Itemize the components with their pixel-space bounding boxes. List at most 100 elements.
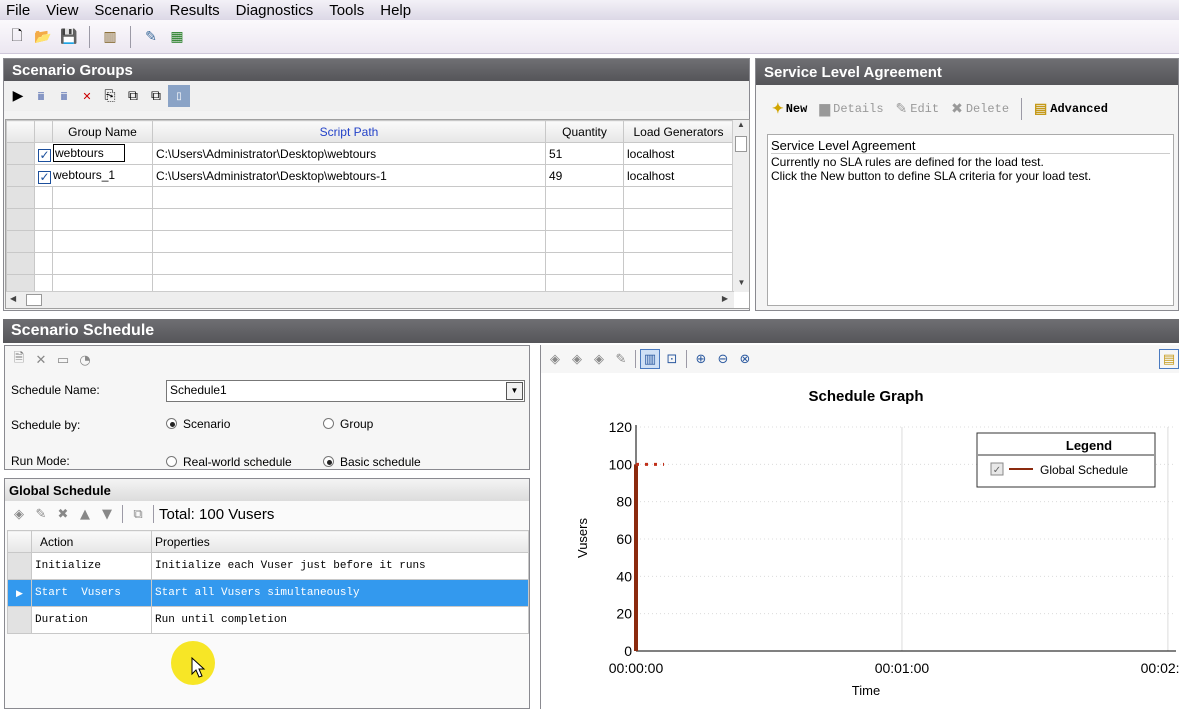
load-generators-icon[interactable]: ▥ xyxy=(99,26,121,48)
add-action-icon[interactable]: ◈ xyxy=(9,504,29,524)
zoom-out-icon[interactable]: ⊖ xyxy=(713,349,733,369)
menu-view[interactable]: View xyxy=(46,2,78,19)
properties-cell[interactable]: Run until completion xyxy=(151,606,529,634)
group-name-cell[interactable]: webtours xyxy=(53,143,125,162)
row-header[interactable] xyxy=(6,164,35,187)
radio-unselected[interactable] xyxy=(166,456,177,467)
column-script-path[interactable]: Script Path xyxy=(152,120,546,143)
table-row[interactable]: Duration Run until completion xyxy=(7,606,529,634)
action-cell[interactable]: Duration xyxy=(31,606,152,634)
schedule-clock-icon[interactable]: ◔ xyxy=(75,350,95,370)
scroll-up-icon[interactable]: ▲ xyxy=(733,120,749,134)
schedule-by-scenario-radio[interactable]: Scenario xyxy=(166,417,230,431)
menu-file[interactable]: File xyxy=(6,2,30,19)
quantity-cell[interactable]: 51 xyxy=(545,142,624,165)
vusers-icon[interactable]: ⅲ xyxy=(53,85,75,107)
table-row[interactable] xyxy=(6,208,734,231)
menu-results[interactable]: Results xyxy=(170,2,220,19)
table-row[interactable] xyxy=(6,186,734,209)
hscroll-thumb[interactable] xyxy=(26,294,42,306)
delete-schedule-icon[interactable]: ✕ xyxy=(31,350,51,370)
properties-cell[interactable]: Start all Vusers simultaneously xyxy=(151,579,529,607)
run-mode-basic-radio[interactable]: Basic schedule xyxy=(323,455,421,469)
row-header[interactable] xyxy=(6,252,35,275)
sla-delete-button[interactable]: ✖ Delete xyxy=(951,101,1009,118)
sla-details-button[interactable]: ▆ Details xyxy=(819,101,883,118)
zoom-in-icon[interactable]: ⊕ xyxy=(691,349,711,369)
chevron-down-icon[interactable]: ▼ xyxy=(506,382,523,400)
sla-new-button[interactable]: ✦ New xyxy=(772,101,807,118)
script-path-cell[interactable]: C:\Users\Administrator\Desktop\webtours xyxy=(152,142,546,165)
script-path-cell[interactable]: C:\Users\Administrator\Desktop\webtours-… xyxy=(152,164,546,187)
load-generator-cell[interactable]: localhost xyxy=(623,164,734,187)
save-icon[interactable]: 💾 xyxy=(58,26,80,48)
table-row[interactable]: ✓ webtours C:\Users\Administrator\Desktop… xyxy=(6,142,734,165)
edit-action-icon[interactable]: ✎ xyxy=(31,504,51,524)
graph-pencil-icon[interactable]: ✎ xyxy=(611,349,631,369)
table-row[interactable] xyxy=(6,230,734,253)
scroll-thumb[interactable] xyxy=(735,136,747,152)
analysis-icon[interactable]: ▦ xyxy=(166,26,188,48)
rename-schedule-icon[interactable]: ▭ xyxy=(53,350,73,370)
schedule-name-select[interactable]: Schedule1 ▼ xyxy=(166,380,525,402)
zoom-reset-icon[interactable]: ⊗ xyxy=(735,349,755,369)
radio-unselected[interactable] xyxy=(323,418,334,429)
horizontal-scrollbar[interactable]: ◀ ▶ xyxy=(6,291,734,308)
load-generator-cell[interactable]: localhost xyxy=(623,142,734,165)
view-script-icon[interactable]: ⧉ xyxy=(122,85,144,107)
column-action[interactable]: Action xyxy=(31,530,152,553)
row-header[interactable] xyxy=(6,142,35,165)
graph-options-icon[interactable]: ▤ xyxy=(1159,349,1179,369)
remove-group-icon[interactable]: ✕ xyxy=(76,85,98,107)
graph-fit-icon[interactable]: ⊡ xyxy=(662,349,682,369)
move-up-icon[interactable]: ▲ xyxy=(75,504,95,524)
row-header[interactable] xyxy=(6,208,35,231)
schedule-by-group-radio[interactable]: Group xyxy=(323,417,373,431)
table-row[interactable]: Initialize Initialize each Vuser just be… xyxy=(7,552,529,580)
menu-help[interactable]: Help xyxy=(380,2,411,19)
group-enabled-checkbox[interactable]: ✓ xyxy=(38,170,51,184)
run-mode-realworld-radio[interactable]: Real-world schedule xyxy=(166,455,292,469)
move-down-icon[interactable]: ▼ xyxy=(97,504,117,524)
column-load-generators[interactable]: Load Generators xyxy=(623,120,734,143)
add-group-icon[interactable]: ⅲ xyxy=(30,85,52,107)
graph-view-icon[interactable]: ▥ xyxy=(640,349,660,369)
graph-tool-icon[interactable]: ◈ xyxy=(545,349,565,369)
duplicate-icon[interactable]: ⧉ xyxy=(128,504,148,524)
column-group-name[interactable]: Group Name xyxy=(52,120,153,143)
table-row[interactable]: ✓ webtours_1 C:\Users\Administrator\Deskt… xyxy=(6,164,734,187)
group-name-cell[interactable]: webtours_1 xyxy=(53,168,115,182)
action-cell[interactable]: Initialize xyxy=(31,552,152,580)
row-header[interactable]: ▶ xyxy=(7,579,32,607)
open-folder-icon[interactable]: 📂 xyxy=(32,26,54,48)
sla-edit-button[interactable]: ✎ Edit xyxy=(896,101,940,118)
sla-advanced-button[interactable]: ▤ Advanced xyxy=(1034,101,1108,118)
scroll-right-icon[interactable]: ▶ xyxy=(722,294,728,303)
radio-selected[interactable] xyxy=(166,418,177,429)
column-quantity[interactable]: Quantity xyxy=(545,120,624,143)
new-schedule-icon[interactable]: 🗎 xyxy=(9,350,29,370)
run-icon[interactable]: ▶ xyxy=(7,85,29,107)
row-header[interactable] xyxy=(6,230,35,253)
run-time-settings-icon[interactable]: ⧉ xyxy=(145,85,167,107)
scroll-down-icon[interactable]: ▼ xyxy=(733,278,749,292)
menu-tools[interactable]: Tools xyxy=(329,2,364,19)
sync-icon[interactable]: ▯ xyxy=(168,85,190,107)
delete-action-icon[interactable]: ✖ xyxy=(53,504,73,524)
group-enabled-checkbox[interactable]: ✓ xyxy=(38,148,51,162)
row-header[interactable] xyxy=(7,606,32,634)
new-scenario-icon[interactable]: 🗋 xyxy=(6,26,28,48)
menu-scenario[interactable]: Scenario xyxy=(94,2,153,19)
table-row[interactable] xyxy=(6,252,734,275)
table-row-selected[interactable]: ▶ Start Vusers Start all Vusers simultan… xyxy=(7,579,529,607)
properties-cell[interactable]: Initialize each Vuser just before it run… xyxy=(151,552,529,580)
action-cell[interactable]: Start Vusers xyxy=(31,579,152,607)
graph-tool-icon[interactable]: ◈ xyxy=(589,349,609,369)
vertical-scrollbar[interactable]: ▲ ▼ xyxy=(732,120,749,292)
column-properties[interactable]: Properties xyxy=(151,530,529,553)
radio-selected[interactable] xyxy=(323,456,334,467)
details-icon[interactable]: ⎘ xyxy=(99,85,121,107)
menu-diagnostics[interactable]: Diagnostics xyxy=(236,2,314,19)
graph-tool-icon[interactable]: ◈ xyxy=(567,349,587,369)
row-header[interactable] xyxy=(7,552,32,580)
